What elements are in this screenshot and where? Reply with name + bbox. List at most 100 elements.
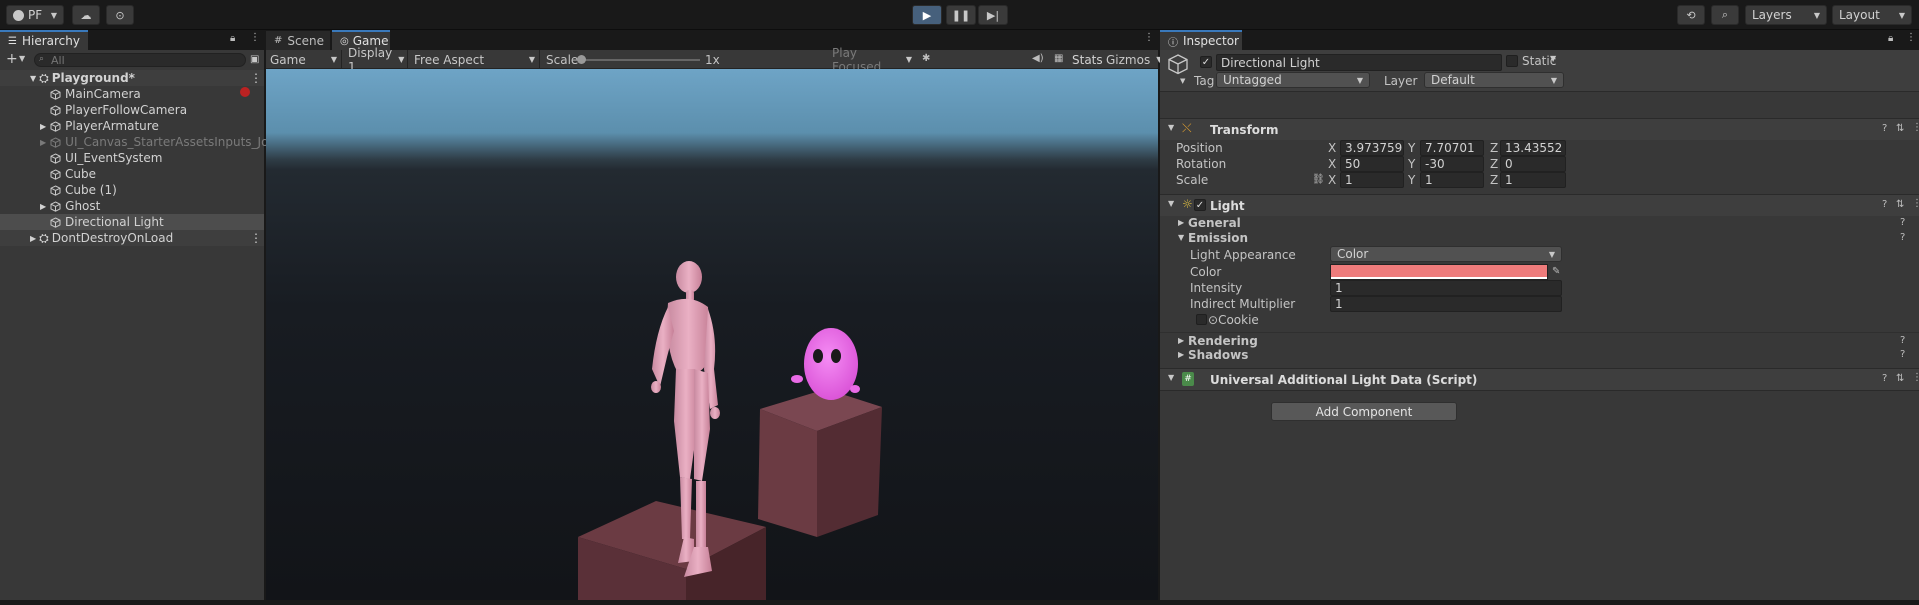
indirect-multiplier-field[interactable]: 1 — [1330, 296, 1562, 312]
display-dropdown[interactable]: Display 1 ▼ — [344, 46, 408, 74]
list-item[interactable]: ▶ PlayerArmature — [0, 118, 264, 134]
lock-icon[interactable]: 🔒︎ — [230, 33, 235, 44]
game-viewport[interactable] — [266, 69, 1158, 600]
list-item[interactable]: MainCamera — [0, 86, 264, 102]
rendering-foldout[interactable]: ▶ Rendering ? — [1160, 332, 1919, 348]
list-item[interactable]: Cube (1) — [0, 182, 264, 198]
help-icon[interactable]: ? — [1882, 373, 1887, 384]
audio-icon[interactable]: ◀) — [1032, 53, 1044, 64]
static-checkbox[interactable] — [1506, 55, 1518, 67]
scale-y-field[interactable]: 1 — [1420, 172, 1484, 188]
light-enabled-checkbox[interactable]: ✓ — [1194, 199, 1206, 211]
help-icon[interactable]: ? — [1900, 335, 1905, 346]
intensity-field[interactable]: 1 — [1330, 280, 1562, 296]
expand-arrow-icon[interactable]: ▶ — [40, 138, 46, 147]
add-icon[interactable]: + — [6, 51, 18, 67]
tab-hierarchy[interactable]: ☰ Hierarchy — [0, 30, 88, 50]
tab-scene[interactable]: # Scene — [266, 30, 330, 50]
shadows-foldout[interactable]: ▶ Shadows ? — [1160, 348, 1919, 364]
lock-icon[interactable]: 🔒︎ — [1888, 33, 1893, 44]
list-item[interactable]: PlayerFollowCamera — [0, 102, 264, 118]
object-name-field[interactable]: Directional Light — [1216, 54, 1502, 71]
help-icon[interactable]: ? — [1900, 217, 1905, 228]
chevron-down-icon: ▼ — [50, 10, 57, 20]
presets-icon[interactable]: ⇅ — [1896, 199, 1904, 210]
gizmos-dropdown[interactable]: Gizmos ▼ — [1104, 50, 1162, 69]
pause-button[interactable]: ❚❚ — [946, 5, 976, 25]
light-header[interactable]: ▼ ☼ ✓ Light ? ⇅ ⋮ — [1160, 194, 1919, 216]
position-x-field[interactable]: 3.973759 — [1340, 140, 1404, 156]
collab-button[interactable]: ⊙ — [106, 5, 134, 25]
info-icon: ⓘ — [1168, 37, 1178, 49]
stats-button[interactable]: Stats — [1072, 53, 1103, 67]
more-menu-icon[interactable]: ⋮ — [250, 32, 260, 43]
help-icon[interactable]: ? — [1900, 232, 1905, 243]
chevron-down-icon[interactable]: ▼ — [1550, 54, 1556, 63]
help-icon[interactable]: ? — [1882, 199, 1887, 210]
history-button[interactable]: ⟲ — [1677, 5, 1705, 25]
general-foldout[interactable]: ▶ General ? — [1160, 216, 1919, 232]
gameobject-icon[interactable] — [1167, 53, 1189, 78]
presets-icon[interactable]: ⇅ — [1896, 373, 1904, 384]
chevron-down-icon: ▼ — [330, 55, 337, 64]
more-menu-icon[interactable]: ⋮ — [1144, 32, 1154, 43]
position-z-field[interactable]: 13.43552 — [1500, 140, 1566, 156]
expand-arrow-icon[interactable]: ▶ — [30, 234, 36, 243]
presets-icon[interactable]: ⇅ — [1896, 123, 1904, 134]
filter-icon[interactable]: ▣ — [250, 54, 259, 65]
game-view-dropdown[interactable]: Game ▼ — [266, 50, 342, 69]
rotation-x-field[interactable]: 50 — [1340, 156, 1404, 172]
more-menu-icon[interactable]: ⋮ — [1912, 372, 1919, 383]
urp-light-data-header[interactable]: ▼ # Universal Additional Light Data (Scr… — [1160, 368, 1919, 390]
scene-row[interactable]: ▼ ⛭ Playground* ⋮ — [0, 70, 264, 86]
scale-slider-thumb[interactable] — [577, 55, 586, 64]
account-dropdown[interactable]: PF ▼ — [6, 5, 64, 25]
list-item[interactable]: ▶ Ghost — [0, 198, 264, 214]
add-component-button[interactable]: Add Component — [1271, 402, 1457, 421]
step-button[interactable]: ▶| — [978, 5, 1008, 25]
help-icon[interactable]: ? — [1900, 349, 1905, 360]
more-menu-icon[interactable]: ⋮ — [250, 231, 262, 245]
expand-arrow-icon[interactable]: ▶ — [40, 202, 46, 211]
more-menu-icon[interactable]: ⋮ — [250, 71, 262, 85]
rotation-y-field[interactable]: -30 — [1420, 156, 1484, 172]
keyboard-icon[interactable]: ▦ — [1054, 53, 1063, 64]
more-menu-icon[interactable]: ⋮ — [1912, 122, 1919, 133]
active-checkbox[interactable]: ✓ — [1200, 56, 1212, 68]
more-menu-icon[interactable]: ⋮ — [1906, 32, 1916, 43]
more-menu-icon[interactable]: ⋮ — [1912, 198, 1919, 209]
scale-z-field[interactable]: 1 — [1500, 172, 1566, 188]
cloud-button[interactable]: ☁ — [72, 5, 100, 25]
gameobject-icon — [50, 200, 61, 212]
layout-dropdown[interactable]: Layout ▼ — [1832, 5, 1912, 25]
link-icon[interactable]: ⛓ — [1312, 174, 1325, 185]
layer-dropdown[interactable]: Default ▼ — [1424, 72, 1564, 88]
hierarchy-search-input[interactable] — [34, 53, 246, 67]
list-item[interactable]: ▶ UI_Canvas_StarterAssetsInputs_Joystick… — [0, 134, 310, 150]
tag-dropdown[interactable]: Untagged ▼ — [1216, 72, 1370, 88]
tab-inspector[interactable]: ⓘ Inspector — [1160, 30, 1242, 50]
scale-slider-track[interactable] — [578, 59, 700, 61]
light-appearance-dropdown[interactable]: Color ▼ — [1330, 246, 1562, 262]
position-y-field[interactable]: 7.70701 — [1420, 140, 1484, 156]
cloud-icon: ☁ — [80, 8, 92, 22]
transform-header[interactable]: ▼ ⤬ Transform ? ⇅ ⋮ — [1160, 118, 1919, 140]
eyedropper-icon[interactable]: ✎ — [1552, 266, 1560, 277]
search-button[interactable]: ⌕ — [1711, 5, 1739, 25]
cookie-checkbox[interactable] — [1196, 314, 1207, 325]
play-button[interactable]: ▶ — [912, 5, 942, 25]
list-item[interactable]: UI_EventSystem — [0, 150, 264, 166]
color-field[interactable] — [1330, 264, 1548, 280]
play-focused-dropdown[interactable]: Play Focused ▼ — [828, 46, 916, 74]
help-icon[interactable]: ? — [1882, 123, 1887, 134]
expand-arrow-icon[interactable]: ▶ — [40, 122, 46, 131]
layers-dropdown[interactable]: Layers ▼ — [1745, 5, 1827, 25]
list-item-selected[interactable]: Directional Light — [0, 214, 264, 230]
emission-foldout[interactable]: ▼ Emission ? — [1160, 231, 1919, 247]
scale-x-field[interactable]: 1 — [1340, 172, 1404, 188]
list-item[interactable]: Cube — [0, 166, 264, 182]
rotation-z-field[interactable]: 0 — [1500, 156, 1566, 172]
dontdestroy-row[interactable]: ▶ ⛭ DontDestroyOnLoad ⋮ — [0, 230, 264, 246]
aspect-dropdown[interactable]: Free Aspect ▼ — [410, 50, 540, 69]
bug-icon[interactable]: ✱ — [922, 53, 930, 64]
